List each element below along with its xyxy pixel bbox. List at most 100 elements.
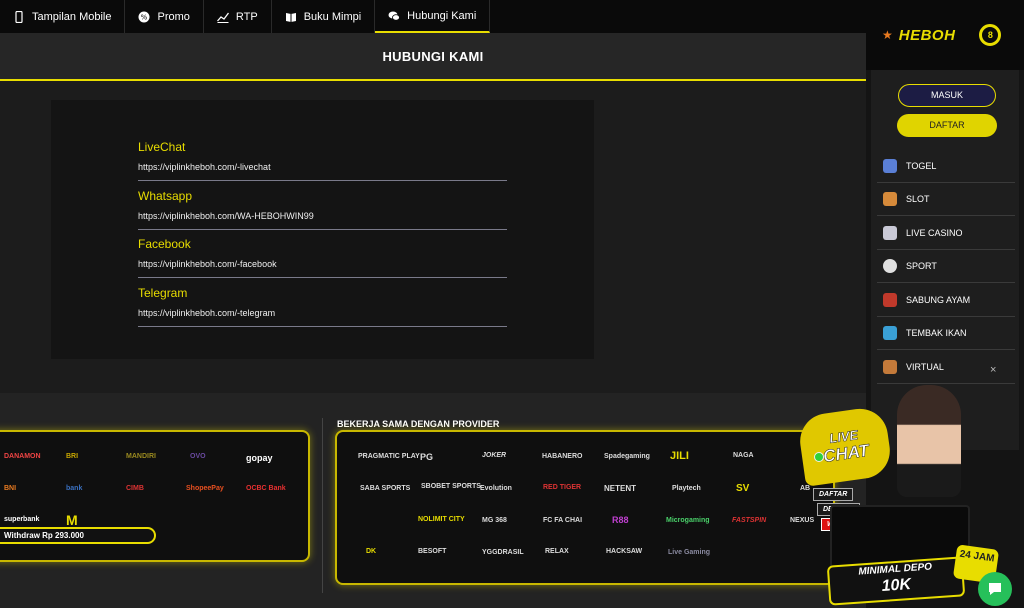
- tab-label: Promo: [157, 10, 190, 23]
- divider: [322, 418, 323, 593]
- chat-fab-button[interactable]: [978, 572, 1012, 606]
- sidebar-item-slot[interactable]: SLOT: [877, 183, 1015, 216]
- provider-logo: NAGA: [733, 452, 754, 459]
- provider-logo: PRAGMATIC PLAY: [358, 453, 420, 460]
- payment-logo: CIMB: [126, 485, 144, 492]
- mobile-icon: [15, 10, 23, 23]
- withdraw-ticker: Withdraw Rp 293.000: [0, 527, 156, 544]
- cards-icon: [883, 226, 897, 240]
- sidebar-item-label: SABUNG AYAM: [906, 295, 971, 305]
- provider-logo: JOKER: [482, 452, 507, 459]
- tab-hubungi-kami[interactable]: Hubungi Kami: [375, 0, 491, 33]
- page-header: HUBUNGI KAMI: [0, 33, 866, 81]
- chat-icon: [388, 11, 401, 21]
- contact-label: Telegram: [138, 286, 188, 300]
- svg-text:%: %: [141, 13, 148, 21]
- min-depo-banner: MINIMAL DEPO 10K: [826, 556, 966, 606]
- contact-whatsapp: Whatsapp https://viplinkheboh.com/WA-HEB…: [138, 187, 507, 230]
- payment-logo: BRI: [66, 453, 79, 460]
- brand-logo[interactable]: HEBOH: [899, 27, 956, 44]
- sidebar-item-label: TOGEL: [906, 161, 937, 171]
- sidebar-item-label: SPORT: [906, 261, 937, 271]
- contact-link[interactable]: https://viplinkheboh.com/WA-HEBOHWIN99: [138, 207, 507, 229]
- virtual-icon: [883, 360, 897, 374]
- tab-promo[interactable]: % Promo: [125, 0, 204, 33]
- payment-logo: OVO: [190, 453, 206, 460]
- sidebar-header: ★ HEBOH 8: [866, 0, 1024, 70]
- contact-label: LiveChat: [138, 140, 186, 154]
- payment-logo: ShopeePay: [186, 485, 224, 492]
- provider-logo: BESOFT: [418, 548, 447, 555]
- top-nav: Tampilan Mobile % Promo RTP Buku Mimpi H…: [0, 0, 866, 33]
- contact-panel: LiveChat https://viplinkheboh.com/-livec…: [51, 100, 594, 359]
- provider-logo: RELAX: [545, 548, 569, 555]
- tab-tampilan-mobile[interactable]: Tampilan Mobile: [0, 0, 126, 33]
- percent-icon: %: [138, 11, 150, 22]
- payment-logo: OCBC Bank: [246, 485, 286, 492]
- provider-logo: FC FA CHAI: [543, 517, 583, 524]
- contact-livechat: LiveChat https://viplinkheboh.com/-livec…: [138, 138, 507, 181]
- livechat-bubble[interactable]: LIVE CHAT: [796, 405, 894, 487]
- payment-logo: BNI: [4, 485, 17, 492]
- payment-logo: M: [66, 512, 78, 528]
- provider-logo: HACKSAW: [606, 548, 643, 555]
- contact-facebook: Facebook https://viplinkheboh.com/-faceb…: [138, 235, 507, 278]
- provider-logo: PG: [420, 452, 434, 462]
- provider-logo: Microgaming: [666, 517, 710, 524]
- provider-logo: SV: [736, 483, 750, 494]
- tab-buku-mimpi[interactable]: Buku Mimpi: [272, 0, 376, 33]
- tab-label: Buku Mimpi: [303, 10, 362, 23]
- fish-icon: [883, 326, 897, 340]
- provider-logo: Spadegaming: [604, 453, 650, 460]
- provider-logo: FASTSPIN: [732, 517, 767, 524]
- slot-icon: [883, 192, 897, 206]
- payment-logo: DANAMON: [4, 453, 41, 460]
- login-button[interactable]: MASUK: [898, 84, 996, 107]
- provider-logo: DK: [366, 548, 377, 555]
- contact-link[interactable]: https://viplinkheboh.com/-livechat: [138, 158, 507, 180]
- sidebar-item-sport[interactable]: SPORT: [877, 250, 1015, 283]
- togel-icon: [883, 159, 897, 173]
- payment-logo: MANDIRI: [126, 453, 156, 460]
- payment-logo: superbank: [4, 516, 40, 523]
- online-dot-icon: [814, 452, 824, 462]
- provider-logo: HABANERO: [542, 453, 583, 460]
- page-title: HUBUNGI KAMI: [382, 48, 484, 64]
- sidebar-item-togel[interactable]: TOGEL: [877, 150, 1015, 183]
- chart-icon: [216, 12, 229, 23]
- rooster-icon: [883, 293, 897, 307]
- book-icon: [285, 12, 296, 22]
- provider-logo: RED TIGER: [543, 484, 582, 491]
- sidebar-item-label: LIVE CASINO: [906, 228, 963, 238]
- sidebar-item-tembak-ikan[interactable]: TEMBAK IKAN: [877, 317, 1015, 350]
- provider-logo: Live Gaming: [668, 549, 711, 556]
- register-button[interactable]: DAFTAR: [897, 114, 997, 137]
- mascot-image: [897, 385, 961, 497]
- brand-badge: 8: [979, 24, 1002, 46]
- contact-telegram: Telegram https://viplinkheboh.com/-teleg…: [138, 284, 507, 327]
- sidebar-item-label: SLOT: [906, 194, 930, 204]
- sidebar-item-label: VIRTUAL: [906, 362, 944, 372]
- tab-rtp[interactable]: RTP: [204, 0, 272, 33]
- payment-logo: bank: [66, 485, 83, 492]
- tag-daftar: DAFTAR: [813, 488, 854, 501]
- provider-logo: Playtech: [672, 485, 701, 492]
- provider-logo: SABA SPORTS: [360, 485, 411, 492]
- sidebar-item-live-casino[interactable]: LIVE CASINO: [877, 217, 1015, 250]
- payment-logo: gopay: [246, 453, 273, 463]
- provider-logo: Evolution: [480, 485, 512, 492]
- contact-link[interactable]: https://viplinkheboh.com/-facebook: [138, 255, 507, 277]
- provider-logo: NOLIMIT CITY: [418, 516, 465, 523]
- contact-label: Facebook: [138, 237, 191, 251]
- close-icon[interactable]: ×: [990, 364, 996, 376]
- provider-logo: SBOBET SPORTS: [421, 483, 481, 490]
- contact-link[interactable]: https://viplinkheboh.com/-telegram: [138, 304, 507, 326]
- sidebar-item-sabung-ayam[interactable]: SABUNG AYAM: [877, 284, 1015, 317]
- provider-logo: JILI: [670, 450, 689, 462]
- contact-label: Whatsapp: [138, 189, 193, 203]
- provider-logo: MG 368: [482, 517, 507, 524]
- tab-label: RTP: [235, 10, 258, 23]
- rooster-logo-icon: ★: [882, 28, 893, 42]
- tab-label: Hubungi Kami: [407, 9, 477, 22]
- livechat-widget[interactable]: LIVE CHAT DAFTAR DEPOSIT WITHDRAW MINIMA…: [795, 385, 1024, 608]
